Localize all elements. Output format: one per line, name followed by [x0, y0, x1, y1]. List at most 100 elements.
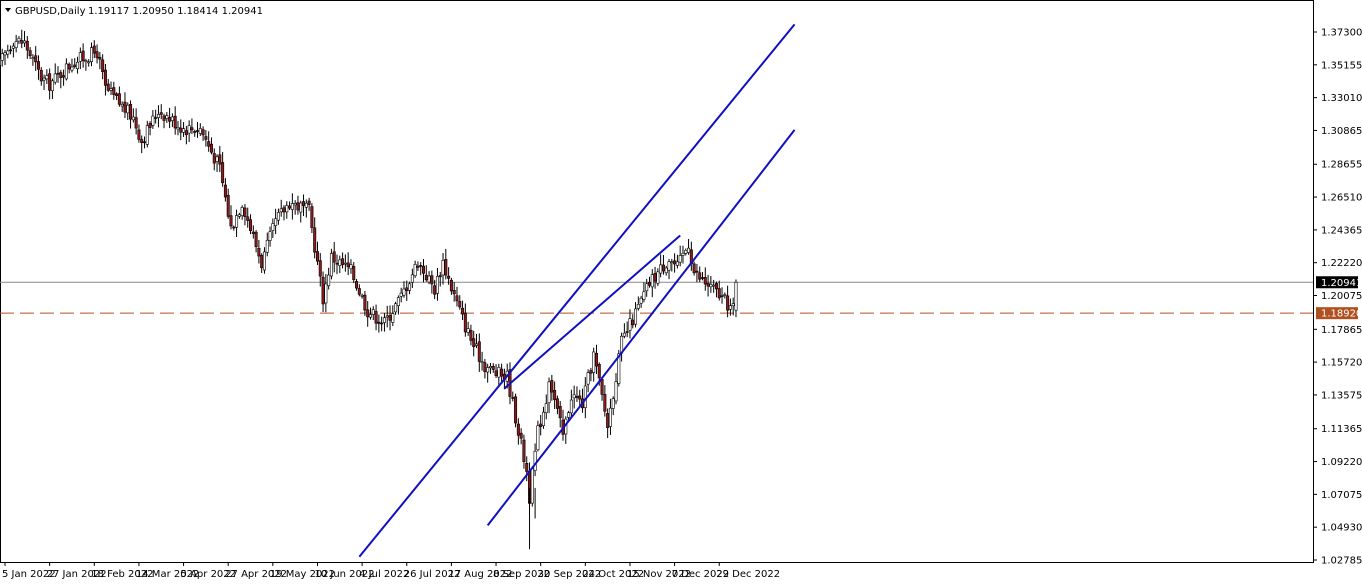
candle-body — [106, 83, 110, 91]
candle-body — [184, 130, 188, 136]
candle-body — [159, 112, 163, 115]
trend-lines[interactable] — [358, 23, 796, 558]
candle-body — [262, 251, 266, 271]
candle-body — [405, 287, 409, 291]
candle-body — [664, 267, 668, 274]
candle-body — [343, 262, 347, 265]
candle-body — [720, 295, 724, 297]
candle-body — [143, 141, 147, 144]
time-axis[interactable]: 5 Jan 202227 Jan 202218 Feb 202214 Mar 2… — [2, 562, 780, 580]
candle-body — [466, 328, 470, 333]
candle-body — [307, 200, 311, 205]
candle-body — [249, 219, 253, 231]
candle-body — [374, 311, 378, 324]
candle-body — [530, 468, 534, 504]
candle-body — [218, 154, 222, 165]
candle-body — [714, 283, 718, 290]
candle-body — [212, 153, 216, 164]
candle-body — [341, 258, 345, 265]
candle-body — [271, 223, 275, 231]
candle-body — [20, 40, 24, 44]
candle-body — [421, 265, 425, 274]
candle-body — [438, 275, 442, 278]
channel-lower-long-trendline[interactable] — [486, 129, 796, 526]
candle-body — [349, 264, 353, 270]
candle-body — [313, 227, 317, 253]
candle-body — [647, 282, 651, 286]
candle-body — [477, 341, 481, 362]
candle-body — [196, 130, 200, 132]
candle-body — [235, 215, 239, 228]
candle-body — [480, 361, 484, 363]
candle-body — [246, 216, 250, 221]
y-tick-label: 1.26510 — [1321, 193, 1362, 204]
candle-body — [324, 283, 328, 304]
candle-body — [435, 276, 439, 294]
candle-body — [444, 259, 448, 276]
candle-body — [268, 231, 272, 241]
candle-body — [592, 351, 596, 373]
candle-body — [541, 411, 545, 426]
candle-body — [642, 291, 646, 300]
x-tick-label: 29 Dec 2022 — [716, 569, 780, 580]
candle-body — [265, 239, 269, 253]
channel-upper-long-trendline[interactable] — [358, 23, 796, 558]
candle-body — [193, 130, 197, 133]
candle-body — [42, 77, 46, 81]
candle-body — [254, 231, 258, 248]
price-chart[interactable]: GBPUSD,Daily 1.19117 1.20950 1.18414 1.2… — [0, 0, 1362, 584]
candle-body — [659, 264, 663, 274]
candle-body — [260, 254, 264, 269]
candle-body — [567, 412, 571, 418]
candle-body — [182, 128, 186, 133]
candle-body — [310, 206, 314, 228]
collapse-triangle-icon[interactable] — [5, 8, 11, 12]
candle-body — [285, 205, 289, 213]
candle-body — [589, 370, 593, 374]
price-axis[interactable]: 1.37300 1.35155 1.33010 1.30865 1.28655 1.265… — [1313, 28, 1362, 567]
candle-body — [578, 395, 582, 400]
y-tick-label: 1.22220 — [1321, 258, 1362, 269]
candle-body — [243, 207, 247, 218]
candle-body — [572, 394, 576, 399]
candle-body — [14, 41, 18, 48]
candle-body — [606, 413, 610, 429]
candle-body — [600, 379, 604, 395]
candle-body — [522, 439, 526, 462]
candle-body — [667, 261, 671, 271]
candle-body — [726, 295, 730, 311]
candle-body — [140, 139, 144, 143]
candle-body — [53, 73, 57, 83]
candle-body — [519, 432, 523, 439]
candle-body — [198, 128, 202, 134]
candle-body — [614, 381, 618, 402]
candle-body — [455, 295, 459, 302]
candle-body — [734, 281, 738, 311]
candle-body — [355, 281, 359, 289]
candle-body — [363, 294, 367, 311]
candle-body — [229, 215, 233, 227]
candle-body — [17, 38, 21, 42]
candle-body — [382, 317, 386, 323]
y-tick-label: 1.15720 — [1321, 358, 1362, 369]
candle-body — [129, 104, 133, 120]
candle-body — [516, 423, 520, 436]
candle-body — [634, 308, 638, 325]
candle-body — [377, 321, 381, 324]
candle-body — [162, 115, 166, 121]
candle-body — [670, 261, 674, 264]
candle-body — [11, 45, 15, 49]
candle-body — [131, 116, 135, 121]
candle-body — [555, 398, 559, 409]
candle-body — [452, 289, 456, 295]
y-tick-label: 1.13575 — [1321, 390, 1362, 401]
candle-body — [170, 116, 174, 121]
candle-body — [288, 205, 292, 209]
y-tick-label: 1.24365 — [1321, 225, 1362, 236]
candle-body — [486, 367, 490, 373]
candle-body — [544, 403, 548, 414]
candle-body — [73, 64, 77, 68]
candle-body — [112, 87, 116, 95]
y-tick-label: 1.04930 — [1321, 523, 1362, 534]
candle-body — [120, 103, 124, 107]
